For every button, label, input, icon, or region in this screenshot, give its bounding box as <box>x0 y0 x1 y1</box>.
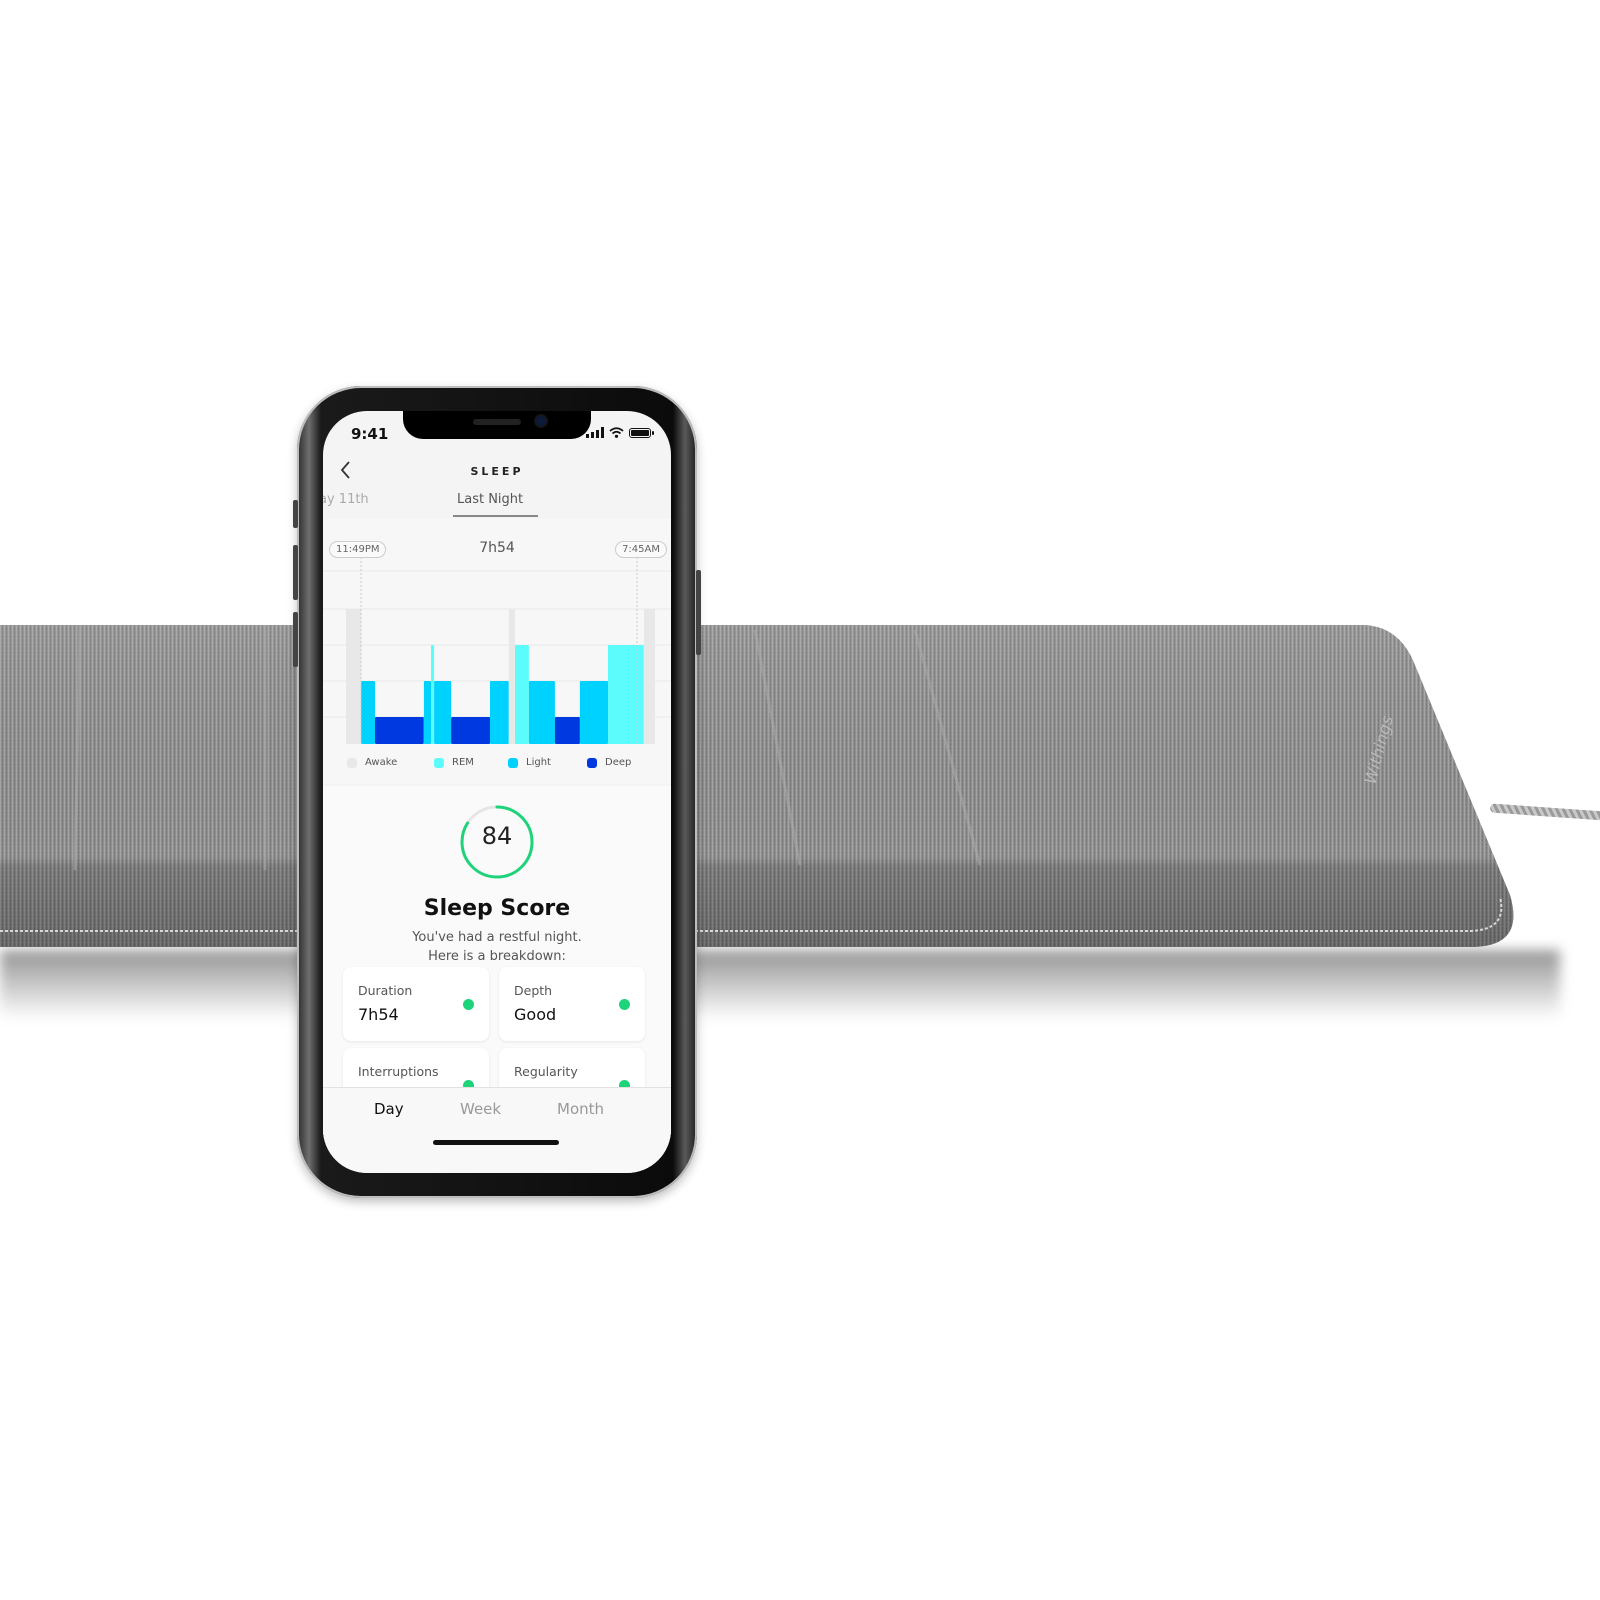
page-title: SLEEP <box>470 465 524 478</box>
period-tab-bar: Day Week Month <box>323 1087 671 1173</box>
volume-down-button <box>293 612 298 667</box>
metric-card-duration[interactable]: Duration 7h54 <box>343 967 489 1041</box>
metric-label: Duration <box>358 983 413 998</box>
tab-day[interactable]: Day <box>374 1100 404 1118</box>
legend-label: Awake <box>365 757 398 768</box>
status-dot-icon <box>619 999 630 1010</box>
legend-deep: Deep <box>587 757 631 768</box>
legend-swatch <box>347 757 357 768</box>
metric-label: Interruptions <box>358 1064 439 1079</box>
segment-deep <box>451 717 490 744</box>
status-time: 9:41 <box>351 425 389 443</box>
sleep-analyzer-mat: Withings <box>0 625 1514 947</box>
legend-swatch <box>508 757 518 768</box>
tab-week[interactable]: Week <box>460 1100 501 1118</box>
segment-deep <box>554 717 580 744</box>
legend-swatch <box>434 757 444 768</box>
tab-previous-day[interactable]: ay 11th <box>323 492 369 507</box>
metric-value: 7h54 <box>358 1005 399 1024</box>
segment-light <box>579 681 608 744</box>
legend-light: Light <box>508 757 551 768</box>
app-screen: 9:41 SLEEP ay 11th Last Night 11:49PM 7h… <box>323 411 671 1173</box>
sleep-score-subtitle: You've had a restful night. Here is a br… <box>323 928 671 966</box>
segment-rem <box>608 645 644 744</box>
segment-light <box>361 681 375 744</box>
front-camera <box>536 416 546 426</box>
segment-deep <box>375 717 424 744</box>
cellular-signal-icon <box>586 427 604 438</box>
chart-legend: Awake REM Light Deep <box>323 757 671 771</box>
active-tab-indicator <box>453 515 538 517</box>
metric-value: Good <box>514 1005 557 1024</box>
tab-month[interactable]: Month <box>557 1100 604 1118</box>
segment-light <box>528 681 555 744</box>
date-tabs: ay 11th Last Night <box>323 487 671 517</box>
wifi-icon <box>609 427 624 438</box>
battery-icon <box>629 428 654 438</box>
subtitle-line-2: Here is a breakdown: <box>428 949 566 964</box>
legend-rem: REM <box>434 757 474 768</box>
segment-light <box>490 681 509 744</box>
segment-rem <box>515 645 529 744</box>
legend-label: REM <box>452 757 474 768</box>
legend-label: Deep <box>605 757 632 768</box>
volume-up-button <box>293 545 298 600</box>
mute-switch <box>293 500 298 528</box>
subtitle-line-1: You've had a restful night. <box>412 930 582 945</box>
tab-last-night[interactable]: Last Night <box>457 492 523 507</box>
metric-label: Depth <box>514 983 553 998</box>
segment-rem <box>431 645 435 744</box>
sleep-score-value: 84 <box>481 822 513 850</box>
status-dot-icon <box>463 999 474 1010</box>
speaker-grille <box>473 419 521 425</box>
sleep-chart: 11:49PM 7h54 7:45AM Awake REM Light Deep <box>323 519 671 784</box>
segment-light <box>434 681 452 744</box>
segment-awake <box>508 609 515 744</box>
segment-light <box>423 681 431 744</box>
power-button <box>696 570 701 655</box>
legend-awake: Awake <box>347 757 397 768</box>
segment-awake <box>643 609 655 744</box>
status-icons <box>586 427 654 438</box>
legend-label: Light <box>526 757 551 768</box>
legend-swatch <box>587 757 597 768</box>
end-time-pill: 7:45AM <box>615 541 667 558</box>
metric-label: Regularity <box>514 1064 578 1079</box>
notch <box>403 411 591 439</box>
segment-awake <box>346 609 362 744</box>
home-indicator[interactable] <box>433 1140 559 1145</box>
metric-card-depth[interactable]: Depth Good <box>499 967 645 1041</box>
sleep-score-title: Sleep Score <box>423 896 571 921</box>
